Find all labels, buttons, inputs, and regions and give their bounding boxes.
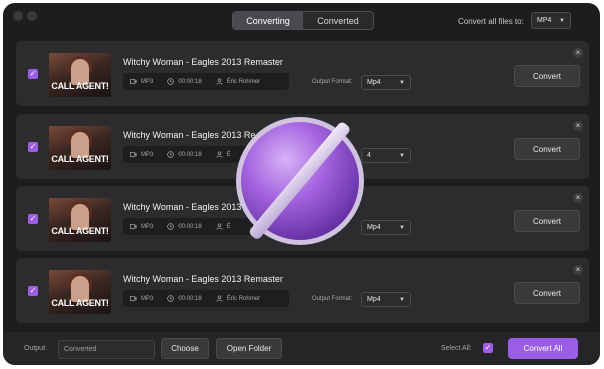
remove-item-close-icon[interactable]: ×: [573, 265, 583, 275]
window-minimize-dot[interactable]: [27, 11, 37, 21]
person-icon: [216, 223, 223, 230]
select-all-checkbox[interactable]: ✓: [483, 343, 493, 353]
file-format: MP3: [130, 78, 153, 85]
item-checkbox[interactable]: ✓: [28, 142, 38, 152]
output-label: Output:: [24, 345, 47, 352]
output-format-select[interactable]: Mp4 ▼: [361, 292, 411, 307]
choose-button[interactable]: Choose: [161, 338, 209, 359]
video-thumbnail: CALL AGENT!: [49, 198, 111, 242]
file-item: ✓ CALL AGENT! Witchy Woman - Eagles 2013…: [16, 41, 589, 106]
file-duration: 00:00:18: [167, 295, 202, 302]
chevron-down-icon: ▼: [399, 296, 405, 303]
file-title: Witchy Woman - Eagles 2013 Remaster: [123, 57, 283, 67]
file-artist: É: [216, 151, 231, 158]
file-artist: Éric Rohmer: [216, 78, 260, 85]
app-logo-icon: [236, 117, 364, 245]
output-format-label: Output Format:: [312, 296, 353, 302]
video-icon: [130, 223, 137, 230]
thumbnail-caption: CALL AGENT!: [51, 226, 109, 236]
person-icon: [216, 151, 223, 158]
video-icon: [130, 78, 137, 85]
file-format: MP3: [130, 151, 153, 158]
thumbnail-caption: CALL AGENT!: [51, 81, 109, 91]
item-checkbox[interactable]: ✓: [28, 69, 38, 79]
convert-button[interactable]: Convert: [514, 210, 580, 232]
clock-icon: [167, 151, 175, 158]
convert-button[interactable]: Convert: [514, 138, 580, 160]
convert-button[interactable]: Convert: [514, 282, 580, 304]
file-artist: Éric Rohmer: [216, 295, 260, 302]
file-artist: É: [216, 223, 231, 230]
convert-all-format-select[interactable]: MP4 ▼: [531, 12, 571, 29]
tab-converted[interactable]: Converted: [303, 12, 373, 29]
video-thumbnail: CALL AGENT!: [49, 53, 111, 97]
clock-icon: [167, 295, 175, 302]
file-format: MP3: [130, 223, 153, 230]
person-icon: [216, 295, 223, 302]
remove-item-close-icon[interactable]: ×: [573, 48, 583, 58]
file-meta: MP3 00:00:18 Éric Rohmer: [123, 290, 289, 307]
open-folder-button[interactable]: Open Folder: [216, 338, 282, 359]
file-duration: 00:00:18: [167, 78, 202, 85]
chevron-down-icon: ▼: [399, 224, 405, 231]
window-close-dot[interactable]: [13, 11, 23, 21]
output-path-field[interactable]: Converted: [58, 340, 155, 359]
chevron-down-icon: ▼: [399, 79, 405, 86]
chevron-down-icon: ▼: [559, 17, 565, 24]
video-thumbnail: CALL AGENT!: [49, 126, 111, 170]
video-icon: [130, 151, 137, 158]
chevron-down-icon: ▼: [399, 152, 405, 159]
thumbnail-caption: CALL AGENT!: [51, 154, 109, 164]
clock-icon: [167, 223, 175, 230]
select-all-label: Select All:: [441, 345, 472, 352]
footer-bar: Output: Converted Choose Open Folder Sel…: [3, 332, 600, 365]
person-icon: [216, 78, 223, 85]
convert-button[interactable]: Convert: [514, 65, 580, 87]
file-title: Witchy Woman - Eagles 2013 Remaster: [123, 274, 283, 284]
output-format-select[interactable]: 4 ▼: [361, 148, 411, 163]
remove-item-close-icon[interactable]: ×: [573, 193, 583, 203]
video-icon: [130, 295, 137, 302]
output-format-label: Output Format:: [312, 79, 353, 85]
item-checkbox[interactable]: ✓: [28, 214, 38, 224]
convert-all-label: Convert all files to:: [458, 17, 524, 26]
output-format-select[interactable]: Mp4 ▼: [361, 220, 411, 235]
file-meta: MP3 00:00:18 Éric Rohmer: [123, 73, 289, 90]
video-thumbnail: CALL AGENT!: [49, 270, 111, 314]
file-title: Witchy Woman - Eagles 2013: [123, 202, 242, 212]
file-duration: 00:00:18: [167, 151, 202, 158]
convert-all-format-value: MP4: [537, 17, 552, 24]
file-format: MP3: [130, 295, 153, 302]
thumbnail-caption: CALL AGENT!: [51, 298, 109, 308]
item-checkbox[interactable]: ✓: [28, 286, 38, 296]
file-duration: 00:00:18: [167, 223, 202, 230]
remove-item-close-icon[interactable]: ×: [573, 121, 583, 131]
clock-icon: [167, 78, 175, 85]
convert-all-button[interactable]: Convert All: [508, 338, 578, 359]
status-tabs: Converting Converted: [232, 11, 374, 30]
tab-converting[interactable]: Converting: [233, 12, 303, 29]
output-format-select[interactable]: Mp4 ▼: [361, 75, 411, 90]
file-item: ✓ CALL AGENT! Witchy Woman - Eagles 2013…: [16, 258, 589, 323]
